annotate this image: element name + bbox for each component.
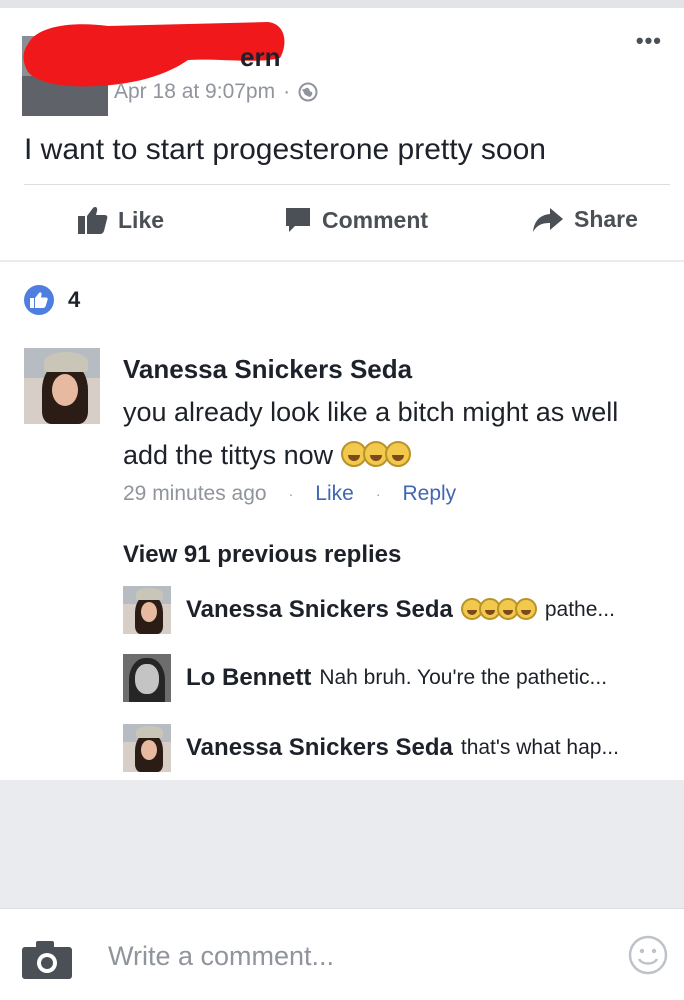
comment-time: 29 minutes ago [123,482,267,505]
reply-avatar[interactable] [123,724,171,772]
reply-item[interactable]: Lo Bennett Nah bruh. You're the pathetic… [123,654,671,704]
post-text: I want to start progesterone pretty soon [24,133,546,166]
like-label: Like [118,206,165,233]
reply-author[interactable]: Vanessa Snickers Seda [186,734,453,762]
post-author-name: ern [240,42,280,72]
reply-line: Vanessa Snickers Seda pathe... [186,596,615,624]
comment-composer: Write a comment... [0,908,684,1000]
feed-background [0,780,684,908]
comment-body: you already look like a bitch might as w… [123,391,663,477]
reaction-count: 4 [68,287,81,312]
reactions-row[interactable]: 4 [24,285,80,315]
comment-icon [286,208,310,232]
thumbs-up-icon [78,207,108,234]
reply-item[interactable]: Vanessa Snickers Seda pathe... [123,586,671,636]
comment-author[interactable]: Vanessa Snickers Seda [123,353,663,385]
reply-text: pathe... [544,598,615,621]
meta-separator: · [283,80,291,103]
share-arrow-icon [533,207,563,232]
laughing-emoji-group [460,598,537,622]
commenter-avatar[interactable] [24,348,100,424]
meta-dot: · [288,486,294,502]
ellipsis-icon[interactable]: ••• [636,30,662,52]
laughing-emoji-group [340,434,411,477]
camera-icon[interactable] [22,939,72,979]
comment-label: Comment [322,206,429,233]
globe-icon [298,82,318,102]
like-button[interactable]: Like [78,206,164,234]
comment-input[interactable]: Write a comment... [108,941,334,972]
reply-author[interactable]: Vanessa Snickers Seda [186,596,453,624]
reply-line: Vanessa Snickers Seda that's what hap... [186,734,619,762]
post-meta: Apr 18 at 9:07pm · [114,80,318,104]
comment-reply-link[interactable]: Reply [402,482,456,506]
reply-avatar[interactable] [123,586,171,634]
post-header: ern Apr 18 at 9:07pm · ••• [0,8,684,118]
comment-meta: 29 minutes ago · Like · Reply [123,482,456,506]
reply-avatar[interactable] [123,654,171,702]
reply-line: Lo Bennett Nah bruh. You're the pathetic… [186,664,607,692]
reply-text: that's what hap... [460,736,619,759]
laughing-emoji-icon [384,441,411,467]
post-action-bar: Like Comment Share [0,198,684,248]
reply-author[interactable]: Lo Bennett [186,664,311,692]
section-separator [0,260,684,262]
comment-like-link[interactable]: Like [315,482,354,506]
post-divider [24,184,670,185]
top-strip [0,0,684,8]
post-timestamp[interactable]: Apr 18 at 9:07pm [114,80,275,104]
share-button[interactable]: Share [532,206,638,233]
laughing-emoji-icon [514,598,537,620]
view-previous-replies[interactable]: View 91 previous replies [123,541,401,569]
reply-item[interactable]: Vanessa Snickers Seda that's what hap... [123,724,671,774]
comment: Vanessa Snickers Seda you already look l… [123,353,663,477]
reply-text: Nah bruh. You're the pathetic... [319,666,608,689]
share-label: Share [574,206,638,232]
like-reaction-icon [24,285,54,315]
meta-dot: · [375,486,381,502]
comment-button[interactable]: Comment [284,206,428,234]
smiley-icon[interactable] [628,935,668,975]
